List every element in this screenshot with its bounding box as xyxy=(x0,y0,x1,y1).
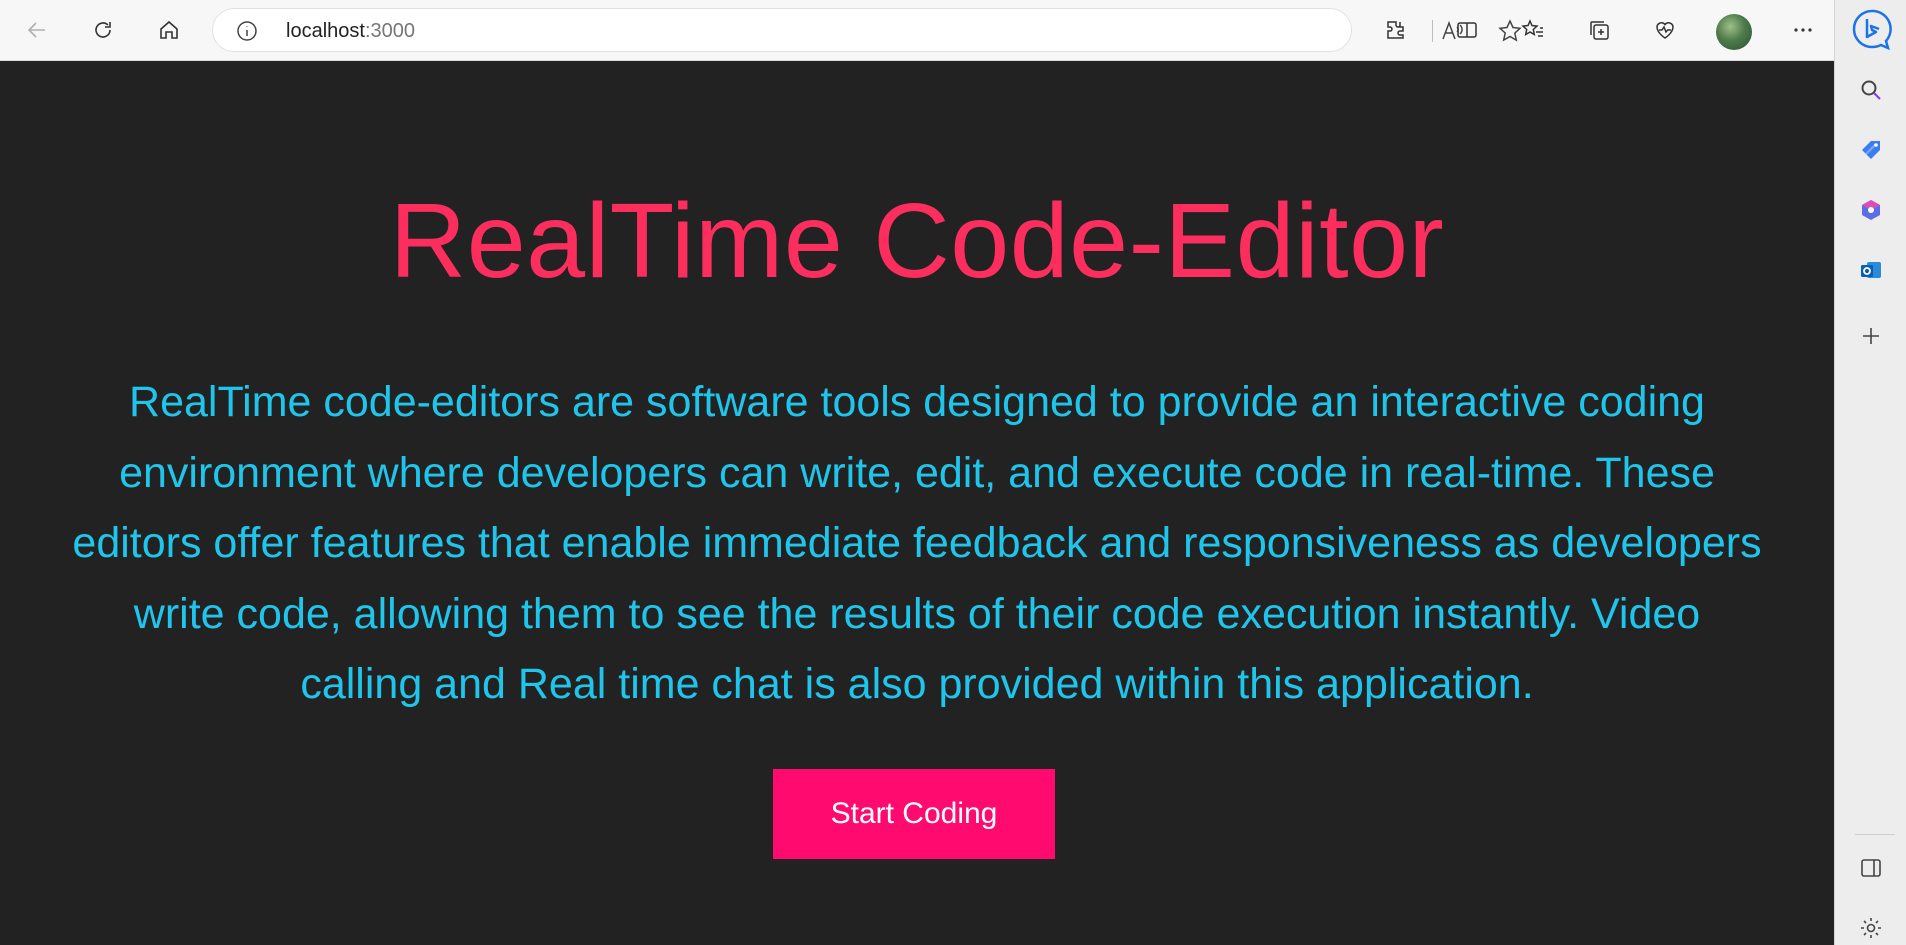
url-host: localhost xyxy=(286,20,365,42)
browser-window: localhost:3000 RealTime Code-Editor Real… xyxy=(0,0,1906,945)
favorites-icon[interactable] xyxy=(1516,13,1550,47)
settings-icon[interactable] xyxy=(1853,910,1889,945)
url-text[interactable]: localhost:3000 xyxy=(286,20,415,43)
url-port: :3000 xyxy=(364,20,415,42)
collections-icon[interactable] xyxy=(1582,13,1616,47)
app-page: RealTime Code-Editor RealTime code-edito… xyxy=(0,61,1834,945)
split-screen-icon[interactable] xyxy=(1450,13,1484,47)
outlook-icon[interactable] xyxy=(1853,252,1889,288)
profile-avatar[interactable] xyxy=(1716,14,1752,50)
extensions-icon[interactable] xyxy=(1378,13,1412,47)
add-icon[interactable] xyxy=(1853,318,1889,354)
home-icon[interactable] xyxy=(152,13,186,47)
edge-sidebar xyxy=(1834,0,1906,945)
sidebar-divider xyxy=(1855,834,1895,835)
page-description: RealTime code-editors are software tools… xyxy=(72,378,1762,708)
refresh-icon[interactable] xyxy=(86,13,120,47)
start-coding-button[interactable]: Start Coding xyxy=(773,769,1055,859)
search-icon[interactable] xyxy=(1853,72,1889,108)
bing-copilot-icon[interactable] xyxy=(1851,8,1893,50)
more-icon[interactable] xyxy=(1786,13,1820,47)
page-title: RealTime Code-Editor xyxy=(389,182,1445,300)
back-icon[interactable] xyxy=(20,13,54,47)
browser-toolbar: localhost:3000 xyxy=(0,0,1834,61)
address-bar[interactable]: localhost:3000 xyxy=(212,8,1522,52)
info-icon[interactable] xyxy=(235,19,259,43)
shopping-tag-icon[interactable] xyxy=(1853,132,1889,168)
toolbar-divider xyxy=(1432,20,1433,42)
sidebar-toggle-icon[interactable] xyxy=(1853,850,1889,886)
office-icon[interactable] xyxy=(1853,192,1889,228)
browser-essentials-icon[interactable] xyxy=(1648,13,1682,47)
